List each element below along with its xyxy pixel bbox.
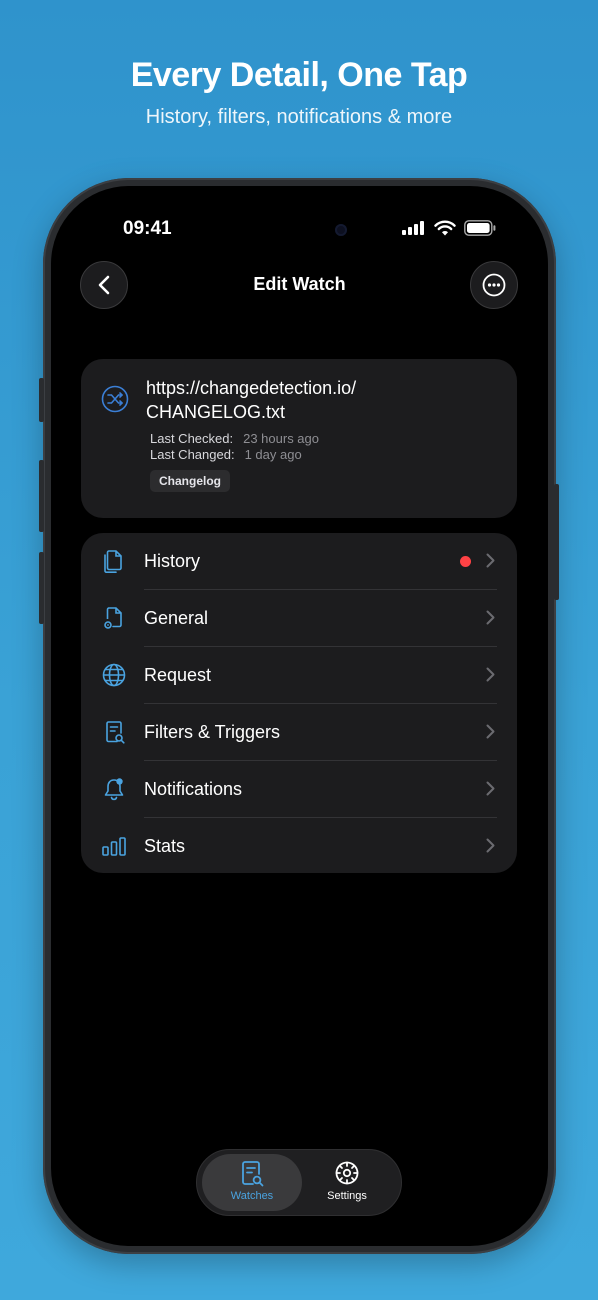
tab-watches[interactable]: Watches xyxy=(202,1154,302,1211)
last-changed-row: Last Changed: 1 day ago xyxy=(150,447,302,462)
watch-url[interactable]: https://changedetection.io/ CHANGELOG.tx… xyxy=(146,376,486,424)
last-changed-value: 1 day ago xyxy=(244,447,302,462)
status-icons xyxy=(402,220,496,236)
side-button-volume-down xyxy=(39,552,44,624)
promo-subline: History, filters, notifications & more xyxy=(145,106,453,128)
tab-settings[interactable]: Settings xyxy=(297,1154,397,1211)
phone-screen: 09:41 Edit Watch https://changedetection… xyxy=(51,186,548,1246)
unread-dot xyxy=(460,556,471,567)
menu-item-label: Filters & Triggers xyxy=(144,722,281,742)
chevron-right-icon xyxy=(486,781,495,796)
dynamic-island xyxy=(237,212,363,248)
watch-summary-card[interactable]: https://changedetection.io/ CHANGELOG.tx… xyxy=(81,359,517,518)
last-checked-value: 23 hours ago xyxy=(243,431,320,446)
side-button-volume-up xyxy=(39,460,44,532)
status-time: 09:41 xyxy=(123,218,172,239)
promo-headline: Every Detail, One Tap xyxy=(130,56,468,94)
ellipsis-circle-icon xyxy=(482,273,506,297)
document-history-icon xyxy=(104,550,122,573)
camera-icon xyxy=(335,224,347,236)
menu-item-label: History xyxy=(144,551,201,571)
last-checked-label: Last Checked: xyxy=(150,431,234,446)
tab-label: Watches xyxy=(230,1190,274,1202)
document-search-icon xyxy=(242,1161,264,1187)
last-checked-row: Last Checked: 23 hours ago xyxy=(150,431,319,446)
gear-icon xyxy=(335,1161,359,1185)
chevron-right-icon xyxy=(486,838,495,853)
watch-url-line2: CHANGELOG.txt xyxy=(146,402,286,422)
chevron-right-icon xyxy=(486,553,495,568)
wifi-icon xyxy=(434,220,456,236)
chevron-right-icon xyxy=(486,724,495,739)
menu-item-request[interactable]: Request xyxy=(81,647,517,704)
tag-badge[interactable]: Changelog xyxy=(150,470,230,492)
menu-item-label: Request xyxy=(144,665,212,685)
battery-icon xyxy=(464,220,496,236)
tab-bar: Watches Settings xyxy=(196,1149,402,1216)
side-button-action xyxy=(39,378,44,422)
menu-item-filters-triggers[interactable]: Filters & Triggers xyxy=(81,704,517,761)
menu-item-stats[interactable]: Stats xyxy=(81,818,517,875)
menu-item-label: Notifications xyxy=(144,779,243,799)
menu-item-general[interactable]: General xyxy=(81,590,517,647)
more-button[interactable] xyxy=(470,261,518,309)
chevron-right-icon xyxy=(486,610,495,625)
shuffle-circle-icon xyxy=(101,385,129,413)
last-changed-label: Last Changed: xyxy=(150,447,235,462)
bar-chart-icon xyxy=(102,837,126,856)
side-button-power xyxy=(554,484,559,600)
globe-icon xyxy=(102,663,126,687)
menu-item-history[interactable]: History xyxy=(81,533,517,590)
tab-label: Settings xyxy=(327,1190,367,1202)
watch-url-line1: https://changedetection.io/ xyxy=(146,378,357,398)
menu-item-label: General xyxy=(144,608,209,628)
signal-icon xyxy=(402,221,424,235)
document-gear-icon xyxy=(104,607,122,629)
bell-icon xyxy=(104,778,124,801)
menu-item-label: Stats xyxy=(144,836,186,856)
menu-item-notifications[interactable]: Notifications xyxy=(81,761,517,818)
document-search-icon xyxy=(106,721,125,744)
settings-menu: History General Request Filters & Trigge… xyxy=(81,533,517,873)
chevron-right-icon xyxy=(486,667,495,682)
